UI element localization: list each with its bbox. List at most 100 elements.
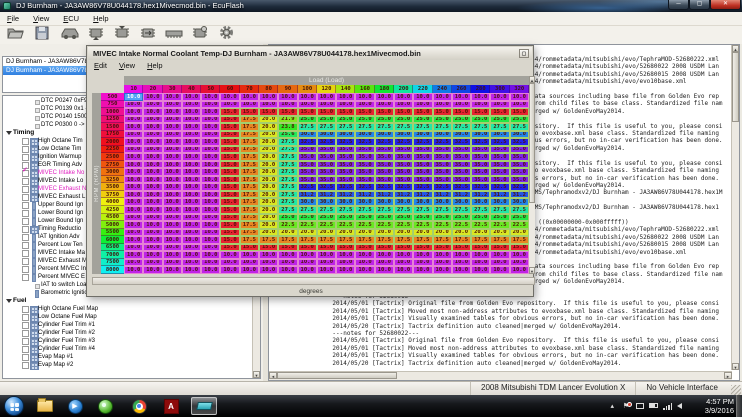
map-cell[interactable]: 10.0 [201, 206, 220, 214]
load-column-header[interactable]: 180 [375, 85, 394, 93]
map-cell[interactable]: 15.0 [220, 198, 239, 206]
map-cell[interactable]: 20.0 [413, 229, 432, 237]
map-cell[interactable]: 20.0 [336, 229, 355, 237]
map-cell[interactable]: 35.0 [452, 168, 471, 176]
map-cell[interactable]: 30.0 [510, 131, 529, 139]
map-cell[interactable]: 35.0 [375, 168, 394, 176]
map-cell[interactable]: 25.0 [355, 214, 374, 222]
load-column-header[interactable]: 30 [163, 85, 182, 93]
map-cell[interactable]: 10.0 [433, 101, 452, 109]
map-cell[interactable]: 35.0 [298, 168, 317, 176]
map-cell[interactable]: 35.0 [317, 146, 336, 154]
map-cell[interactable]: 17.5 [355, 236, 374, 244]
map-checkbox[interactable] [22, 218, 29, 225]
map-cell[interactable]: 21.9 [278, 116, 297, 124]
map-cell[interactable]: 17.5 [336, 236, 355, 244]
map-cell[interactable]: 10.0 [201, 244, 220, 252]
map-cell[interactable]: 22.5 [490, 221, 509, 229]
map-cell[interactable]: 10.0 [355, 266, 374, 274]
map-cell[interactable]: 25.6 [278, 131, 297, 139]
map-cell[interactable]: 10.0 [201, 123, 220, 131]
map-cell[interactable]: 20.0 [259, 206, 278, 214]
map-cell[interactable]: 10.0 [452, 259, 471, 267]
map-cell[interactable]: 10.0 [163, 138, 182, 146]
map-cell[interactable]: 35.0 [336, 146, 355, 154]
map-cell[interactable]: 35.0 [433, 168, 452, 176]
map-cell[interactable]: 10.0 [317, 101, 336, 109]
map-cell[interactable]: 20.0 [259, 168, 278, 176]
map-cell[interactable]: 35.0 [471, 146, 490, 154]
map-cell[interactable]: 10.0 [182, 266, 201, 274]
map-cell[interactable]: 10.0 [143, 266, 162, 274]
map-cell[interactable]: 35.0 [510, 168, 529, 176]
map-cell[interactable]: 32.5 [336, 138, 355, 146]
map-cell[interactable]: 10.0 [490, 251, 509, 259]
map-cell[interactable]: 25.0 [490, 214, 509, 222]
map-cell[interactable]: 10.0 [163, 146, 182, 154]
map-cell[interactable]: 15.0 [336, 108, 355, 116]
map-cell[interactable]: 10.0 [278, 93, 297, 101]
map-cell[interactable]: 35.0 [413, 176, 432, 184]
scroll-right-icon[interactable]: ► [724, 372, 732, 379]
rpm-row-header[interactable]: 4500 [101, 214, 124, 222]
map-cell[interactable]: 25.0 [433, 116, 452, 124]
map-cell[interactable]: 30.0 [298, 198, 317, 206]
map-cell[interactable]: 30.0 [452, 131, 471, 139]
map-cell[interactable]: 10.0 [124, 183, 143, 191]
map-cell[interactable]: 22.5 [433, 221, 452, 229]
map-cell[interactable]: 22.5 [510, 221, 529, 229]
map-cell[interactable]: 10.0 [124, 206, 143, 214]
map-cell[interactable]: 10.0 [201, 198, 220, 206]
map-cell[interactable]: 35.0 [413, 168, 432, 176]
menu-file[interactable]: File [0, 12, 26, 23]
map-cell[interactable]: 35.0 [394, 176, 413, 184]
map-cell[interactable]: 10.0 [143, 146, 162, 154]
map-cell[interactable]: 20.0 [452, 229, 471, 237]
map-cell[interactable]: 25.0 [375, 116, 394, 124]
map-cell[interactable]: 30.0 [336, 131, 355, 139]
map-cell[interactable]: 17.5 [375, 236, 394, 244]
map-cell[interactable]: 30.0 [298, 131, 317, 139]
map-cell[interactable]: 10.0 [317, 93, 336, 101]
map-hscrollbar[interactable] [92, 277, 535, 285]
map-cell[interactable]: 27.5 [490, 206, 509, 214]
map-cell[interactable]: 10.0 [220, 251, 239, 259]
map-cell[interactable]: 15.0 [240, 108, 259, 116]
map-cell[interactable]: 20.0 [259, 229, 278, 237]
map-cell[interactable]: 25.0 [278, 214, 297, 222]
map-cell[interactable]: 27.5 [375, 206, 394, 214]
tree-item[interactable]: Cylinder Fuel Trim #1 [3, 321, 253, 329]
rpm-row-header[interactable]: 7500 [101, 259, 124, 267]
map-cell[interactable]: 10.0 [143, 153, 162, 161]
map-cell[interactable]: 17.5 [510, 236, 529, 244]
map-cell[interactable]: 10.0 [471, 259, 490, 267]
map-cell[interactable]: 20.0 [317, 229, 336, 237]
map-cell[interactable]: 25.0 [413, 116, 432, 124]
map-cell[interactable]: 10.0 [143, 101, 162, 109]
map-cell[interactable]: 10.0 [471, 251, 490, 259]
map-cell[interactable]: 27.5 [278, 191, 297, 199]
map-cell[interactable]: 10.0 [163, 191, 182, 199]
map-cell[interactable]: 32.5 [471, 183, 490, 191]
map-cell[interactable]: 10.0 [471, 266, 490, 274]
menu-view[interactable]: View [26, 12, 56, 23]
map-cell[interactable]: 22.5 [355, 221, 374, 229]
map-cell[interactable]: 27.5 [471, 123, 490, 131]
map-cell[interactable]: 15.0 [220, 206, 239, 214]
map-cell[interactable]: 10.0 [182, 259, 201, 267]
map-cell[interactable]: 27.5 [452, 123, 471, 131]
map-cell[interactable]: 25.0 [452, 214, 471, 222]
map-cell[interactable]: 15.0 [220, 221, 239, 229]
map-cell[interactable]: 31.2 [355, 191, 374, 199]
load-column-header[interactable]: 10 [124, 85, 143, 93]
map-cell[interactable]: 31.2 [490, 191, 509, 199]
map-cell[interactable]: 10.0 [259, 93, 278, 101]
map-cell[interactable]: 10.0 [143, 138, 162, 146]
collapse-triangle-icon[interactable] [6, 131, 12, 135]
map-cell[interactable]: 10.0 [143, 116, 162, 124]
map-cell[interactable]: 10.0 [182, 229, 201, 237]
map-cell[interactable]: 10.0 [240, 259, 259, 267]
map-cell[interactable]: 15.0 [220, 123, 239, 131]
map-cell[interactable]: 22.5 [278, 221, 297, 229]
map-cell[interactable]: 32.5 [394, 183, 413, 191]
